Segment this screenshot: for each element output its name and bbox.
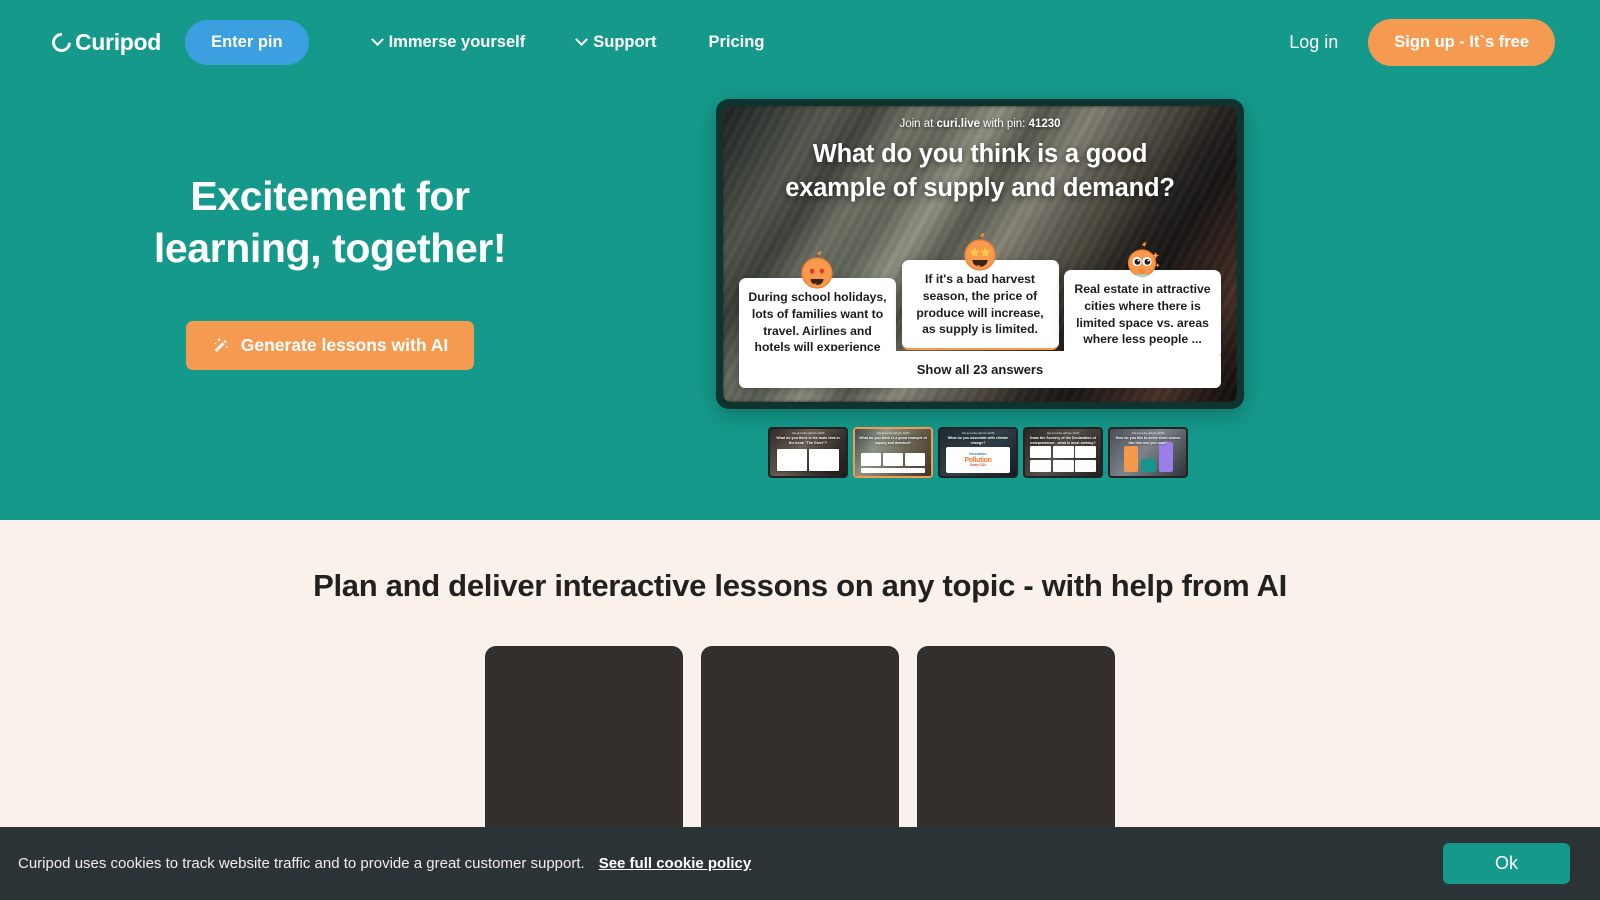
thumbnail-wordcloud: Innovation Pollution Scary CO2 [946,447,1010,473]
thumbnail-answer-cards [861,453,925,466]
show-all-answers-button[interactable]: Show all 23 answers [739,351,1221,388]
thumbnail-answer [861,453,881,466]
main-navbar: Curipod Enter pin Immerse yourself Suppo… [0,0,1600,84]
thumbnail-title: Draw the Scenery of the Declaration of I… [1030,436,1096,445]
magic-wand-icon [212,336,230,354]
thumbnail-title: What do you think is a good example of s… [859,436,927,445]
logo-text: Curipod [75,28,162,55]
thumbnail-title: What do you think is the main idea in th… [776,436,840,445]
slide-canvas: Join at curi.live with pin: 41230 What d… [723,106,1237,402]
drawing-cell [1030,446,1051,459]
enter-pin-button[interactable]: Enter pin [185,19,309,65]
slide-preview-card[interactable]: Join at curi.live with pin: 41230 What d… [716,99,1244,409]
sign-up-button[interactable]: Sign up - It`s free [1368,18,1555,66]
slide-thumbnail-1[interactable]: Join at curi.live with pin: 41230 What d… [768,427,848,478]
nav-item-label: Immerse yourself [388,32,526,51]
thumbnail-doc [777,449,807,471]
slide-thumbnail-2[interactable]: Join at curi.live with pin: 41230 What d… [853,427,933,478]
cookie-message: Curipod uses cookies to track website tr… [18,855,585,872]
poll-bar [1158,442,1173,472]
thumbnail-doc [809,449,839,471]
hero-title-line-2: learning, together! [153,225,507,272]
answer-text: Real estate in attractive cities where t… [1074,282,1211,347]
nav-item-pricing[interactable]: Pricing [682,23,790,62]
hero-title-line-1: Excitement for [190,173,470,219]
log-in-link[interactable]: Log in [1279,26,1348,59]
chevron-down-icon [575,32,589,46]
thumbnail-pin-line: Join at curi.live with pin: 41230 [1131,431,1165,435]
answer-text: If it's a bad harvest season, the price … [916,272,1044,337]
curipod-logo[interactable]: Curipod [48,28,162,56]
answer-card[interactable]: Real estate in attractive cities where t… [1064,242,1221,361]
thumbnail-title: What do you associate with climate chang… [947,436,1009,445]
curipod-face-icon [48,28,75,56]
features-heading: Plan and deliver interactive lessons on … [313,568,1287,603]
slide-thumbnail-carousel: Join at curi.live with pin: 41230 What d… [768,427,1188,478]
slide-question: What do you think is a good example of s… [785,140,1175,202]
generate-lessons-label: Generate lessons with AI [240,334,449,355]
drawing-cell [1052,446,1074,459]
generate-lessons-with-ai-button[interactable]: Generate lessons with AI [185,320,475,370]
join-middle: with pin: [979,118,1029,130]
sparkle-shy-mascot-icon [1120,241,1164,285]
slide-thumbnail-5[interactable]: Join at curi.live with pin: 41230 How do… [1108,427,1188,478]
drawing-cell [1052,459,1074,472]
join-prefix: Join at [899,118,937,130]
heart-eyes-mascot-icon [795,249,839,293]
nav-item-label: Support [593,32,657,51]
hero-title: Excitement for learning, together! [0,170,660,275]
drawing-cell [1030,459,1051,472]
thumbnail-answer [883,453,903,466]
drawing-cell [1075,446,1096,459]
nav-item-label: Pricing [708,32,765,51]
answer-card[interactable]: If it's a bad harvest season, the price … [901,233,1059,351]
nav-right-actions: Log in Sign up - It`s free [1279,18,1555,66]
thumbnail-answer [905,453,925,466]
wordcloud-small-word: Scary CO2 [969,462,987,467]
join-instruction: Join at curi.live with pin: 41230 [899,118,1060,130]
chevron-down-icon [370,32,384,46]
thumbnail-pin-line: Join at curi.live with pin: 41230 [791,431,825,435]
thumbnail-pin-line: Join at curi.live with pin: 41230 [876,431,910,435]
join-pin: 41230 [1028,118,1061,130]
thumbnail-drawing-grid [1030,446,1096,472]
drawing-cell [1075,459,1096,472]
thumbnail-pin-line: Join at curi.live with pin: 41230 [1046,431,1080,435]
hero-copy: Excitement for learning, together! Gener… [0,170,660,370]
cookie-ok-button[interactable]: Ok [1442,843,1570,884]
nav-links: Immerse yourself Support Pricing [347,23,791,62]
slide-thumbnail-3[interactable]: Join at curi.live with pin: 41230 What d… [938,427,1018,478]
join-domain: curi.live [936,118,980,130]
poll-bar [1140,459,1156,472]
nav-item-support[interactable]: Support [551,23,682,62]
thumbnail-doc-preview [777,449,839,471]
cookie-banner: Curipod uses cookies to track website tr… [0,827,1600,900]
hero-section: Curipod Enter pin Immerse yourself Suppo… [0,0,1600,520]
cookie-policy-link[interactable]: See full cookie policy [599,855,752,872]
thumbnail-show-all-bar [861,468,925,473]
nav-item-immerse-yourself[interactable]: Immerse yourself [347,23,552,62]
thumbnail-pin-line: Join at curi.live with pin: 41230 [961,431,995,435]
star-struck-mascot-icon [958,231,1002,275]
thumbnail-title: How do you like to solve short stories l… [1115,436,1181,445]
slide-thumbnail-4[interactable]: Join at curi.live with pin: 41230 Draw t… [1023,427,1103,478]
poll-bar [1123,446,1138,472]
